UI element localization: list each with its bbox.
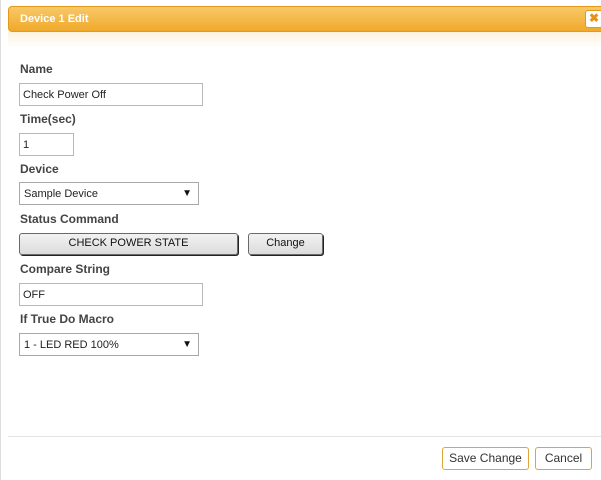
close-button[interactable]: ✖ xyxy=(585,10,601,28)
if-true-macro-label: If True Do Macro xyxy=(20,312,115,326)
cancel-button[interactable]: Cancel xyxy=(535,447,592,470)
if-true-macro-select[interactable]: 1 - LED RED 100% ▼ xyxy=(19,333,199,356)
dialog-title: Device 1 Edit xyxy=(20,13,89,25)
status-command-label: Status Command xyxy=(20,212,119,226)
change-command-button[interactable]: Change xyxy=(248,233,323,255)
compare-string-input[interactable] xyxy=(19,283,203,306)
close-icon: ✖ xyxy=(588,11,600,25)
time-input[interactable] xyxy=(19,133,74,156)
chevron-down-icon: ▼ xyxy=(182,339,192,350)
device-edit-dialog: Device 1 Edit ✖ Name Time(sec) Device Sa… xyxy=(0,0,601,480)
device-select-value: Sample Device xyxy=(24,188,98,200)
time-label: Time(sec) xyxy=(20,112,76,126)
save-change-button[interactable]: Save Change xyxy=(442,447,529,470)
name-input[interactable] xyxy=(19,83,203,106)
dialog-titlebar: Device 1 Edit xyxy=(8,6,601,32)
compare-string-label: Compare String xyxy=(20,262,111,276)
status-command-button[interactable]: CHECK POWER STATE xyxy=(19,233,238,255)
header-fade xyxy=(8,32,601,48)
if-true-macro-select-value: 1 - LED RED 100% xyxy=(24,339,119,351)
chevron-down-icon: ▼ xyxy=(182,188,192,199)
name-label: Name xyxy=(20,62,53,76)
device-select[interactable]: Sample Device ▼ xyxy=(19,182,199,205)
device-label: Device xyxy=(20,162,59,176)
